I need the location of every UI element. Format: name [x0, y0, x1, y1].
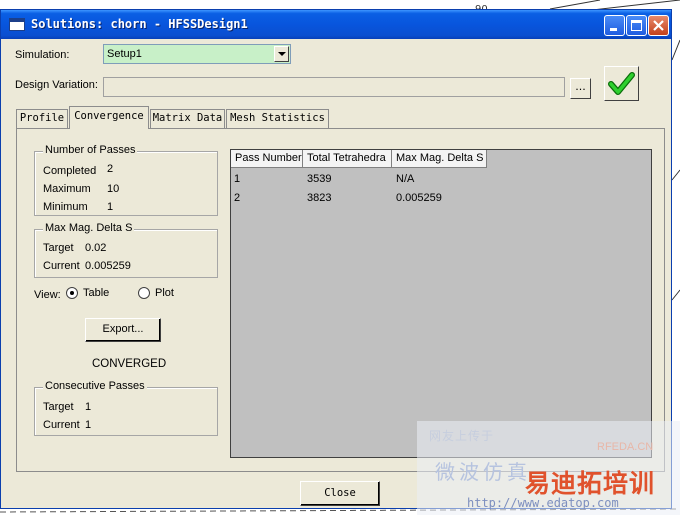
- tab-mesh-statistics[interactable]: Mesh Statistics: [226, 109, 329, 128]
- tab-matrix-data[interactable]: Matrix Data: [150, 109, 225, 128]
- table-header-total-tetrahedra[interactable]: Total Tetrahedra: [303, 150, 392, 168]
- watermark-main-text: 易迪拓培训: [525, 469, 656, 498]
- green-check-icon: [608, 72, 635, 95]
- minimize-button[interactable]: [604, 15, 625, 36]
- watermark-upload-text: 网友上传于: [429, 429, 495, 443]
- window-title: Solutions: chorn - HFSSDesign1: [31, 17, 248, 31]
- consecutive-passes-title: Consecutive Passes: [43, 380, 147, 392]
- delta-target-value: 0.02: [85, 242, 107, 254]
- maximum-value: 10: [107, 183, 120, 195]
- completed-label: Completed: [43, 165, 97, 177]
- apply-button[interactable]: [604, 66, 639, 101]
- window-icon: [9, 18, 25, 31]
- consecutive-target-label: Target: [43, 401, 74, 413]
- tab-profile[interactable]: Profile: [16, 109, 68, 128]
- max-mag-delta-s-title: Max Mag. Delta S: [43, 222, 135, 234]
- watermark-rfeda: RFEDA.CN: [597, 441, 654, 453]
- maximize-icon: [631, 20, 642, 31]
- minimum-label: Minimum: [43, 201, 88, 213]
- consecutive-passes-group: Consecutive Passes Target 1 Current 1: [34, 380, 218, 436]
- view-plot-radio[interactable]: [138, 287, 150, 299]
- consecutive-target-value: 1: [85, 401, 92, 413]
- export-button[interactable]: Export...: [85, 318, 161, 342]
- convergence-table[interactable]: Pass Number Total Tetrahedra Max Mag. De…: [230, 149, 652, 458]
- minimum-value: 1: [107, 201, 114, 213]
- simulation-select[interactable]: Setup1: [103, 44, 291, 64]
- table-cell: 3823: [307, 192, 332, 204]
- simulation-selected-value: Setup1: [107, 48, 142, 60]
- close-button[interactable]: Close: [300, 481, 380, 506]
- simulation-label: Simulation:: [15, 49, 70, 61]
- delta-target-label: Target: [43, 242, 74, 254]
- design-variation-field[interactable]: [103, 77, 565, 97]
- number-of-passes-title: Number of Passes: [43, 144, 138, 156]
- consecutive-current-label: Current: [43, 419, 80, 431]
- browse-variation-button[interactable]: ...: [570, 78, 591, 99]
- table-cell: 0.005259: [396, 192, 442, 204]
- delta-current-label: Current: [43, 260, 80, 272]
- minimize-icon: [610, 28, 617, 31]
- max-mag-delta-s-group: Max Mag. Delta S Target 0.02 Current 0.0…: [34, 222, 218, 278]
- tab-convergence[interactable]: Convergence: [69, 106, 149, 129]
- close-window-button[interactable]: [648, 15, 669, 36]
- completed-value: 2: [107, 163, 114, 175]
- watermark: 网友上传于 RFEDA.CN 微波仿真 易迪拓培训 http://www.eda…: [417, 421, 680, 515]
- view-table-label[interactable]: Table: [83, 287, 109, 299]
- watermark-brand: 微波仿真: [435, 460, 531, 484]
- table-cell: 3539: [307, 173, 332, 185]
- table-cell: 1: [234, 173, 241, 185]
- design-variation-label: Design Variation:: [15, 79, 98, 91]
- table-header-max-mag-delta-s[interactable]: Max Mag. Delta S: [392, 150, 487, 168]
- table-header-pass-number[interactable]: Pass Number: [231, 150, 303, 168]
- view-plot-label[interactable]: Plot: [155, 287, 174, 299]
- convergence-status: CONVERGED: [92, 358, 167, 370]
- watermark-url: http://www.edatop.com: [467, 496, 619, 510]
- view-label: View:: [34, 289, 61, 301]
- maximum-label: Maximum: [43, 183, 91, 195]
- chevron-down-icon[interactable]: [274, 46, 289, 62]
- title-bar[interactable]: Solutions: chorn - HFSSDesign1: [1, 10, 671, 39]
- close-icon: [653, 20, 664, 31]
- table-cell: N/A: [396, 173, 415, 185]
- table-cell: 2: [234, 192, 241, 204]
- number-of-passes-group: Number of Passes Completed 2 Maximum 10 …: [34, 144, 218, 216]
- view-table-radio[interactable]: [66, 287, 78, 299]
- consecutive-current-value: 1: [85, 419, 92, 431]
- maximize-button[interactable]: [626, 15, 647, 36]
- delta-current-value: 0.005259: [85, 260, 131, 272]
